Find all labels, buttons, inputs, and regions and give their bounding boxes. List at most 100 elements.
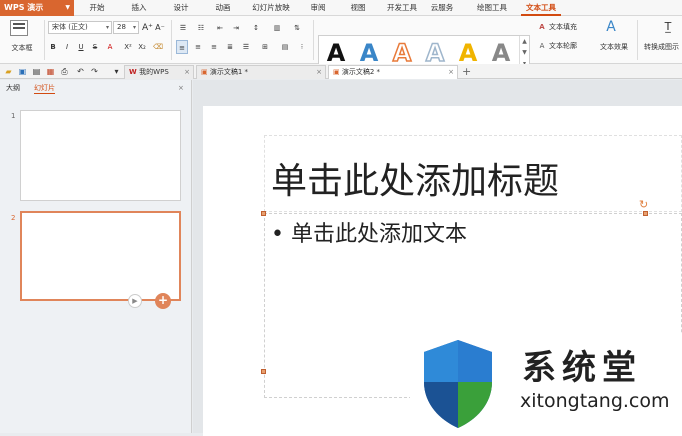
strikethrough-button[interactable]: S [90,40,100,54]
tab-animation[interactable]: 动画 [212,0,234,16]
slide-body-text: 单击此处添加文本 [290,222,467,247]
presentation-icon: ▣ [201,68,210,76]
customize-icon[interactable]: ▾ [112,67,121,76]
font-name-select[interactable]: 宋体 (正文) ▾ [48,21,112,34]
doc-tab-label: 演示文稿2 * [341,68,381,76]
close-icon[interactable]: × [184,66,190,79]
shrink-font-icon[interactable]: A⁻ [155,21,165,35]
doc-tab-label: 演示文稿1 * [209,68,249,76]
align-center-icon[interactable]: ≡ [192,40,204,54]
font-size-value: 28 [117,23,126,31]
tab-outline[interactable]: 大纲 [6,82,20,94]
bullet-icon: • [271,222,291,247]
convert-smartart-button[interactable]: 转换成图示 [641,40,682,54]
app-name: WPS 演示 [4,3,44,12]
resize-handle[interactable] [261,211,266,216]
tab-slides[interactable]: 幻灯片 [34,82,55,94]
tab-developer[interactable]: 开发工具 [384,0,420,16]
justify-icon[interactable]: ≣ [224,40,236,54]
grow-font-icon[interactable]: A⁺ [142,21,153,35]
text-outline-button[interactable]: 文本轮廓 [549,39,591,53]
convert-smartart-icon: T̲ [664,20,672,33]
superscript-icon[interactable]: X² [122,40,134,54]
doc-tab-label: 我的WPS [139,68,169,76]
close-icon[interactable]: × [178,82,184,94]
doc-tab-presentation1[interactable]: ▣ 演示文稿1 * × [196,65,326,79]
tab-start[interactable]: 开始 [86,0,108,16]
slide-number: 1 [11,112,16,120]
new-tab-icon[interactable]: + [462,66,471,77]
chevron-down-icon: ▾ [105,24,109,31]
chevron-down-icon: ▾ [132,24,136,31]
quick-access-bar: ▰ ▣ ▤ ▦ ⎙ ↶ ↷ ▾ W 我的WPS × ▣ 演示文稿1 * × ▣ 演示… [0,64,682,79]
text-box-icon [10,20,28,36]
bullet-list-icon[interactable]: ☰ [176,21,190,35]
columns-icon[interactable]: ▥ [270,21,284,35]
resize-handle[interactable] [643,211,648,216]
italic-button[interactable]: I [62,40,72,54]
doc-tab-presentation2[interactable]: ▣ 演示文稿2 * × [328,65,458,79]
presentation-icon: ▣ [333,68,342,76]
more-paragraph-icon[interactable]: ⁝ [296,40,308,54]
play-icon[interactable]: ▶ [128,294,142,308]
slide-panel: 大纲 幻灯片 × 1 2 ▶ + [0,80,192,433]
export-pdf-icon[interactable]: ▦ [46,67,55,76]
line-spacing-icon[interactable]: ↕ [248,21,264,35]
text-box-button[interactable]: 文本框 [4,41,40,55]
print-preview-icon[interactable]: ▤ [32,67,41,76]
tab-design[interactable]: 设计 [170,0,192,16]
open-folder-icon[interactable]: ▰ [4,67,13,76]
align-right-icon[interactable]: ≡ [208,40,220,54]
wps-logo-icon: W [129,68,140,76]
shield-logo-icon [424,340,492,428]
ribbon: 文本框 宋体 (正文) ▾ 28 ▾ A⁺ A⁻ B I U S A X² X₂ ⌫… [0,16,682,71]
slide-body[interactable]: • 单击此处添加文本 [271,216,467,248]
tab-drawing-tools[interactable]: 绘图工具 [474,0,510,16]
tab-review[interactable]: 审阅 [307,0,329,16]
subscript-icon[interactable]: X₂ [136,40,148,54]
watermark-title: 系统堂 [522,348,642,388]
menu-bar: WPS 演示 ▼ 开始 插入 设计 动画 幻灯片放映 审阅 视图 开发工具 云服务… [0,0,682,16]
align-left-icon[interactable]: ≡ [176,40,188,54]
text-effects-icon: A [606,19,616,35]
rotate-handle-icon[interactable]: ↻ [639,198,648,211]
font-size-select[interactable]: 28 ▾ [113,21,139,34]
app-menu-button[interactable]: WPS 演示 ▼ [0,0,74,16]
close-icon[interactable]: × [316,66,322,79]
tab-cloud[interactable]: 云服务 [427,0,457,16]
bold-button[interactable]: B [48,40,58,54]
tab-text-tools[interactable]: 文本工具 [521,0,561,16]
increase-indent-icon[interactable]: ⇥ [230,21,242,35]
redo-icon[interactable]: ↷ [90,67,99,76]
slide-number: 2 [11,214,16,222]
underline-button[interactable]: U [76,40,86,54]
font-name-value: 宋体 (正文) [52,23,88,31]
save-icon[interactable]: ▣ [18,67,27,76]
text-fill-icon: A [539,23,545,31]
numbered-list-icon[interactable]: ☷ [194,21,208,35]
watermark: 系统堂 xitongtang.com [410,334,682,433]
add-slide-icon[interactable]: + [155,293,171,309]
distribute-icon[interactable]: ☰ [240,40,252,54]
tab-insert[interactable]: 插入 [128,0,150,16]
watermark-url: xitongtang.com [520,390,670,412]
decrease-indent-icon[interactable]: ⇤ [214,21,226,35]
text-effects-button[interactable]: 文本效果 [594,40,634,54]
vertical-align-icon[interactable]: ⊞ [258,40,272,54]
close-icon[interactable]: × [448,66,454,79]
panel-tabs: 大纲 幻灯片 × [0,80,192,94]
resize-handle[interactable] [261,369,266,374]
text-direction-icon[interactable]: ⇅ [288,21,306,35]
slide-thumbnail-2[interactable] [20,211,181,301]
doc-tab-mywps[interactable]: W 我的WPS × [124,65,194,79]
undo-icon[interactable]: ↶ [76,67,85,76]
slide-title[interactable]: 单击此处添加标题 [271,152,559,204]
tab-view[interactable]: 视图 [347,0,369,16]
clear-format-icon[interactable]: ⌫ [152,40,164,54]
print-icon[interactable]: ⎙ [60,67,69,76]
text-fill-button[interactable]: 文本填充 [549,20,593,34]
tab-slideshow[interactable]: 幻灯片放映 [248,0,294,16]
slide-thumbnail-1[interactable] [20,110,181,201]
font-color-icon[interactable]: A [104,40,116,54]
text-fit-icon[interactable]: ▤ [278,40,292,54]
